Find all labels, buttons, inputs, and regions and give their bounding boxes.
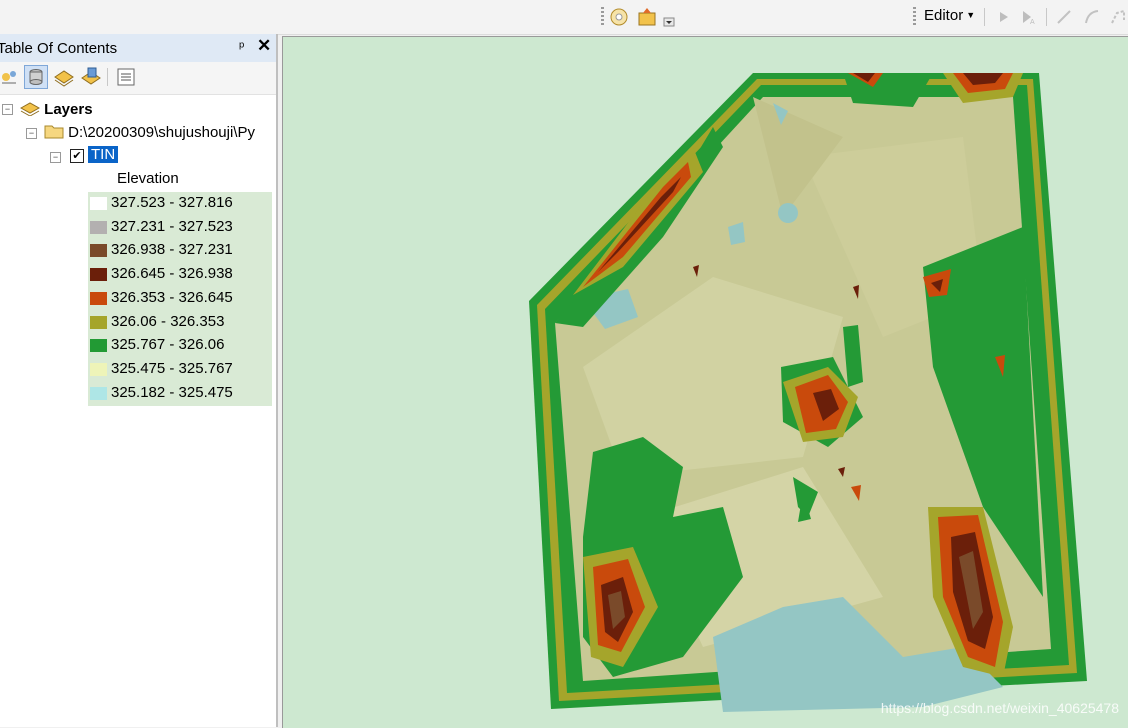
chevron-down-icon: ▼ (966, 10, 976, 20)
layers-icon (19, 102, 41, 117)
svg-text:A: A (1030, 19, 1035, 26)
collapse-toggle[interactable]: − (50, 152, 61, 163)
elevation-field-label: Elevation (117, 170, 179, 187)
legend: 327.523 - 327.816 327.231 - 327.523 326.93… (88, 192, 272, 406)
legend-swatch (90, 197, 107, 210)
data-source-path: D:\20200309\shujushouji\Py (68, 124, 255, 141)
legend-label: 327.523 - 327.816 (111, 194, 233, 211)
legend-item[interactable]: 327.523 - 327.816 (88, 192, 272, 216)
collapse-toggle[interactable]: − (26, 128, 37, 139)
catalog-icon[interactable] (636, 6, 658, 28)
editor-toolbar-grip[interactable] (913, 7, 916, 27)
editor-menu[interactable]: Editor ▼ (924, 7, 975, 24)
legend-item[interactable]: 325.182 - 325.475 (88, 382, 272, 406)
legend-label: 325.182 - 325.475 (111, 383, 233, 401)
legend-label: 326.06 - 326.353 (111, 312, 225, 330)
main-toolbar: Editor ▼ A (0, 0, 1128, 35)
list-by-drawing-order-icon[interactable] (0, 66, 20, 88)
add-data-icon[interactable] (608, 6, 630, 28)
layers-label: Layers (44, 101, 93, 118)
legend-label: 326.938 - 327.231 (111, 241, 233, 259)
pin-icon[interactable]: ᵖ (239, 38, 244, 54)
legend-item[interactable]: 326.938 - 327.231 (88, 239, 272, 263)
legend-item[interactable]: 325.767 - 326.06 (88, 334, 272, 358)
toolbar-overflow-icon[interactable] (662, 6, 676, 28)
arc-segment-icon[interactable] (1083, 8, 1101, 26)
tin-layer[interactable]: TIN (88, 146, 119, 163)
folder-icon (44, 125, 64, 139)
legend-swatch (90, 291, 107, 305)
legend-swatch (90, 220, 107, 234)
data-source-item[interactable]: D:\20200309\shujushouji\Py (44, 123, 255, 141)
toolbar-separator (1046, 8, 1047, 26)
straight-segment-icon[interactable] (1055, 8, 1073, 26)
legend-swatch (90, 362, 107, 376)
legend-swatch (90, 244, 107, 258)
layers-group[interactable]: Layers (19, 100, 93, 118)
legend-swatch (90, 339, 107, 353)
collapse-toggle[interactable]: − (2, 104, 13, 115)
list-by-selection-icon[interactable] (80, 66, 102, 88)
toc-title: Table Of Contents (0, 40, 118, 57)
watermark-text: https://blog.csdn.net/weixin_40625478 (880, 700, 1119, 716)
legend-label: 325.475 - 325.767 (111, 359, 233, 377)
trace-tool-icon[interactable] (1109, 8, 1127, 26)
toc-title-bar: Table Of Contents ᵖ ✕ (0, 34, 276, 62)
layer-visibility-checkbox[interactable]: ✔ (70, 149, 84, 163)
legend-label: 325.767 - 326.06 (111, 336, 225, 354)
toolbar-grip[interactable] (601, 7, 604, 27)
map-view[interactable]: https://blog.csdn.net/weixin_40625478 (282, 36, 1128, 728)
toolbar-separator (984, 8, 985, 26)
legend-swatch (90, 315, 107, 329)
legend-label: 326.645 - 326.938 (111, 265, 233, 283)
legend-swatch (90, 268, 107, 282)
legend-swatch (90, 386, 107, 400)
legend-label: 327.231 - 327.523 (111, 217, 233, 235)
legend-item[interactable]: 326.06 - 326.353 (88, 311, 272, 335)
list-by-visibility-icon[interactable] (53, 66, 75, 88)
tin-surface (529, 73, 1087, 712)
legend-label: 326.353 - 326.645 (111, 288, 233, 306)
legend-item[interactable]: 326.353 - 326.645 (88, 287, 272, 311)
legend-item[interactable]: 325.475 - 325.767 (88, 358, 272, 382)
toolbar-separator (107, 68, 108, 86)
edit-tool-icon[interactable] (995, 8, 1013, 26)
close-icon[interactable]: ✕ (257, 36, 271, 56)
tin-low-area (778, 203, 798, 223)
list-by-source-icon[interactable] (24, 65, 48, 89)
edit-annotation-icon[interactable]: A (1019, 8, 1037, 26)
editor-label: Editor (924, 7, 964, 24)
toc-toolbar (0, 62, 276, 95)
options-icon[interactable] (115, 66, 137, 88)
tin-layer-label: TIN (88, 146, 119, 163)
legend-item[interactable]: 326.645 - 326.938 (88, 263, 272, 287)
legend-item[interactable]: 327.231 - 327.523 (88, 216, 272, 240)
table-of-contents-panel: Table Of Contents ᵖ ✕ − Layers − D:\2020… (0, 34, 278, 727)
